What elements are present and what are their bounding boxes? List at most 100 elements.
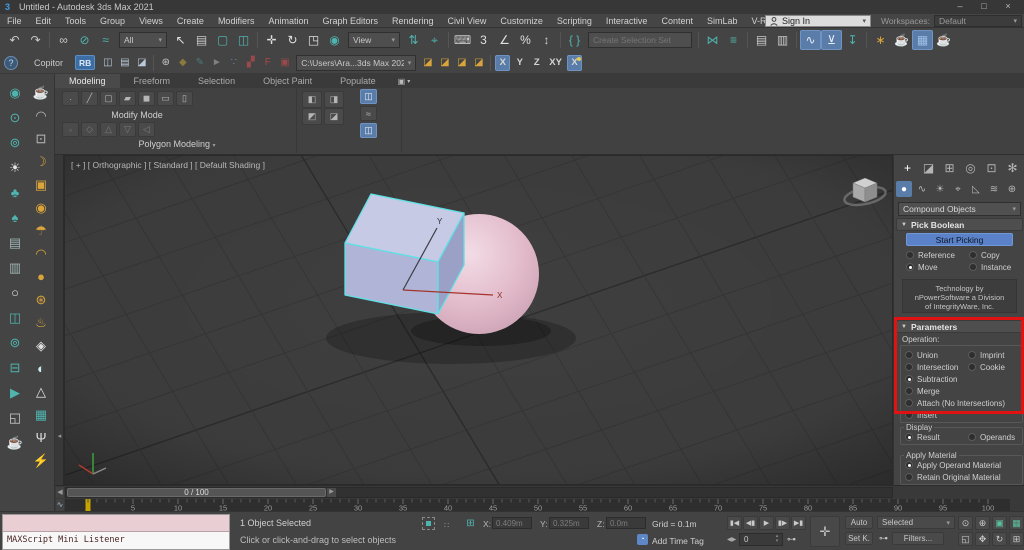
absolute-mode-icon[interactable]: ⊞	[464, 517, 477, 530]
mini-curve-editor-button[interactable]: ∿	[56, 499, 64, 511]
toggle-scene-explorer-button[interactable]: ▥	[772, 30, 793, 50]
instance-radio[interactable]: Instance	[969, 262, 1018, 272]
projector-icon[interactable]: ⊙	[5, 107, 26, 128]
atom-icon[interactable]: ⊛	[31, 289, 52, 310]
ribbon-button-poly-row1-0[interactable]: ∙	[62, 91, 79, 106]
retain-original-material-radio[interactable]: Retain Original Material	[905, 472, 1018, 482]
schematic-view-button[interactable]: ⊻	[821, 30, 842, 50]
polygon-modeling-label[interactable]: Polygon Modeling ▾	[57, 139, 297, 149]
cookie-radio[interactable]: Cookie	[968, 362, 1018, 372]
teapot-icon[interactable]: ☕	[5, 432, 26, 453]
tab-populate[interactable]: Populate	[326, 74, 390, 88]
toggle-layer-explorer-button[interactable]: ▤	[751, 30, 772, 50]
workspaces-dropdown[interactable]: Default ▾	[934, 15, 1022, 27]
menu-simlab[interactable]: SimLab	[700, 14, 745, 28]
panel-tab-hierarchy[interactable]: ⊞	[941, 159, 958, 176]
ring-icon[interactable]: ○	[5, 282, 26, 303]
diamond-icon[interactable]: ◈	[31, 335, 52, 356]
select-by-name-button[interactable]: ▤	[191, 30, 212, 50]
set-keys-button[interactable]: ✛	[810, 516, 840, 547]
use-pivot-point-center-button[interactable]: ⇅	[403, 30, 424, 50]
ribbon-stack-button-1[interactable]: ≈	[360, 106, 377, 121]
previous-frame-button[interactable]: ◀▮	[743, 516, 758, 530]
parameters-rollout-header[interactable]: ▼ Parameters	[896, 320, 1023, 333]
camera-icon[interactable]: ◉	[5, 82, 26, 103]
collapse-arrow-icon[interactable]: ◂	[55, 431, 64, 443]
tab-selection[interactable]: Selection	[184, 74, 249, 88]
light-bulb-icon[interactable]: ⊚	[5, 132, 26, 153]
help-icon[interactable]: ?	[4, 56, 18, 70]
folder-button-4[interactable]: ◪	[470, 54, 487, 71]
ribbon-button-p2-grid-3[interactable]: ◪	[324, 108, 344, 125]
pen-plugin-button[interactable]: ✎	[191, 54, 208, 71]
undo-button[interactable]: ↶	[4, 30, 25, 50]
sign-in-button[interactable]: Sign In ▾	[765, 15, 871, 27]
intersection-radio[interactable]: Intersection	[905, 362, 968, 372]
category-cameras[interactable]: ⌖	[950, 181, 966, 197]
project-path-dropdown[interactable]: C:\Users\Ara...3ds Max 2021 ▾	[296, 55, 416, 71]
minimize-icon[interactable]: –	[948, 0, 972, 13]
go-to-start-button[interactable]: ▮◀	[727, 516, 742, 530]
film-strip-button[interactable]: ◫	[99, 54, 116, 71]
menu-group[interactable]: Group	[93, 14, 132, 28]
ribbon-display-toggle[interactable]: ▣ ▾	[398, 74, 411, 88]
menu-interactive[interactable]: Interactive	[599, 14, 655, 28]
panel-tab-motion[interactable]: ◎	[962, 159, 979, 176]
category-geometry[interactable]: ●	[896, 181, 912, 197]
viewport-canvas[interactable]: [ + ] [ Orthographic ] [ Standard ] [ De…	[64, 155, 893, 485]
select-and-manipulate-button[interactable]: ⌖	[424, 30, 445, 50]
hot-spring-icon[interactable]: ♨	[31, 312, 52, 333]
dome-light-icon[interactable]: ◠	[31, 243, 52, 264]
result-radio[interactable]: Result	[905, 432, 968, 442]
union-radio[interactable]: Union	[905, 350, 968, 360]
camera-box-icon[interactable]: ⊡	[31, 128, 52, 149]
pan-button[interactable]: ✥	[975, 532, 990, 546]
ribbon-button-poly-row1-3[interactable]: ▰	[119, 91, 136, 106]
reference-coordinate-system-dropdown[interactable]: View▾	[348, 32, 400, 48]
select-and-rotate-button[interactable]: ↻	[282, 30, 303, 50]
object-type-dropdown[interactable]: Compound Objects ▾	[898, 202, 1021, 216]
redo-button[interactable]: ↷	[25, 30, 46, 50]
grass-icon[interactable]: Ψ	[31, 427, 52, 448]
window-crossing-button[interactable]: ◫	[233, 30, 254, 50]
next-frame-arrow[interactable]: ▶	[327, 488, 336, 497]
imprint-radio[interactable]: Imprint	[968, 350, 1018, 360]
film-camera-icon[interactable]: ▣	[31, 174, 52, 195]
moon-icon[interactable]: ◐	[31, 358, 52, 379]
menu-customize[interactable]: Customize	[493, 14, 550, 28]
listener-pane[interactable]: MAXScript Mini Listener	[3, 532, 229, 549]
category-lights[interactable]: ☀	[932, 181, 948, 197]
trees-icon[interactable]: ♣	[5, 182, 26, 203]
move-radio[interactable]: Move	[906, 262, 969, 272]
frame-step-arrows[interactable]: ◀▶	[727, 536, 736, 543]
tab-freeform[interactable]: Freeform	[120, 74, 185, 88]
menu-tools[interactable]: Tools	[58, 14, 93, 28]
copitor-button[interactable]: Copitor	[26, 55, 71, 71]
ribbon-button-poly-row2-0[interactable]: ◦	[62, 122, 79, 137]
time-slider-track[interactable]: 0 / 100 ▶	[65, 487, 893, 498]
render-setup-button[interactable]: ☕	[891, 30, 912, 50]
auto-key-button[interactable]: Auto	[845, 516, 873, 529]
play-monitor-icon[interactable]: ▶	[5, 382, 26, 403]
ribbon-button-poly-row1-1[interactable]: ╱	[81, 91, 98, 106]
ribbon-button-p2-grid-1[interactable]: ◨	[324, 91, 344, 108]
orbit-button[interactable]: ↻	[992, 532, 1007, 546]
panel-tab-modify[interactable]: ◪	[920, 159, 937, 176]
curve-editor-button[interactable]: ∿	[800, 30, 821, 50]
ribbon-button-poly-row1-4[interactable]: ◼	[138, 91, 155, 106]
edit-named-selection-sets-button[interactable]: { }	[564, 30, 585, 50]
book-button[interactable]: ▤	[116, 54, 133, 71]
plant-image-icon[interactable]: ▥	[5, 257, 26, 278]
rendered-frame-window-button[interactable]: ▦	[912, 30, 933, 50]
start-picking-button[interactable]: Start Picking	[906, 233, 1013, 246]
maxscript-mini-listener[interactable]: MAXScript Mini Listener	[2, 514, 230, 550]
panel-tab-create[interactable]: +	[899, 159, 916, 176]
unlink-selection-button[interactable]: ⊘	[74, 30, 95, 50]
select-and-link-button[interactable]: ∞	[53, 30, 74, 50]
filters-button[interactable]: Filters...	[892, 532, 944, 545]
named-selection-sets-input[interactable]	[588, 32, 692, 48]
f-plugin-button[interactable]: F	[259, 54, 276, 71]
panel-tab-display[interactable]: ⊡	[983, 159, 1000, 176]
box-object[interactable]	[345, 194, 464, 314]
selection-filter-dropdown[interactable]: All▾	[119, 32, 167, 48]
